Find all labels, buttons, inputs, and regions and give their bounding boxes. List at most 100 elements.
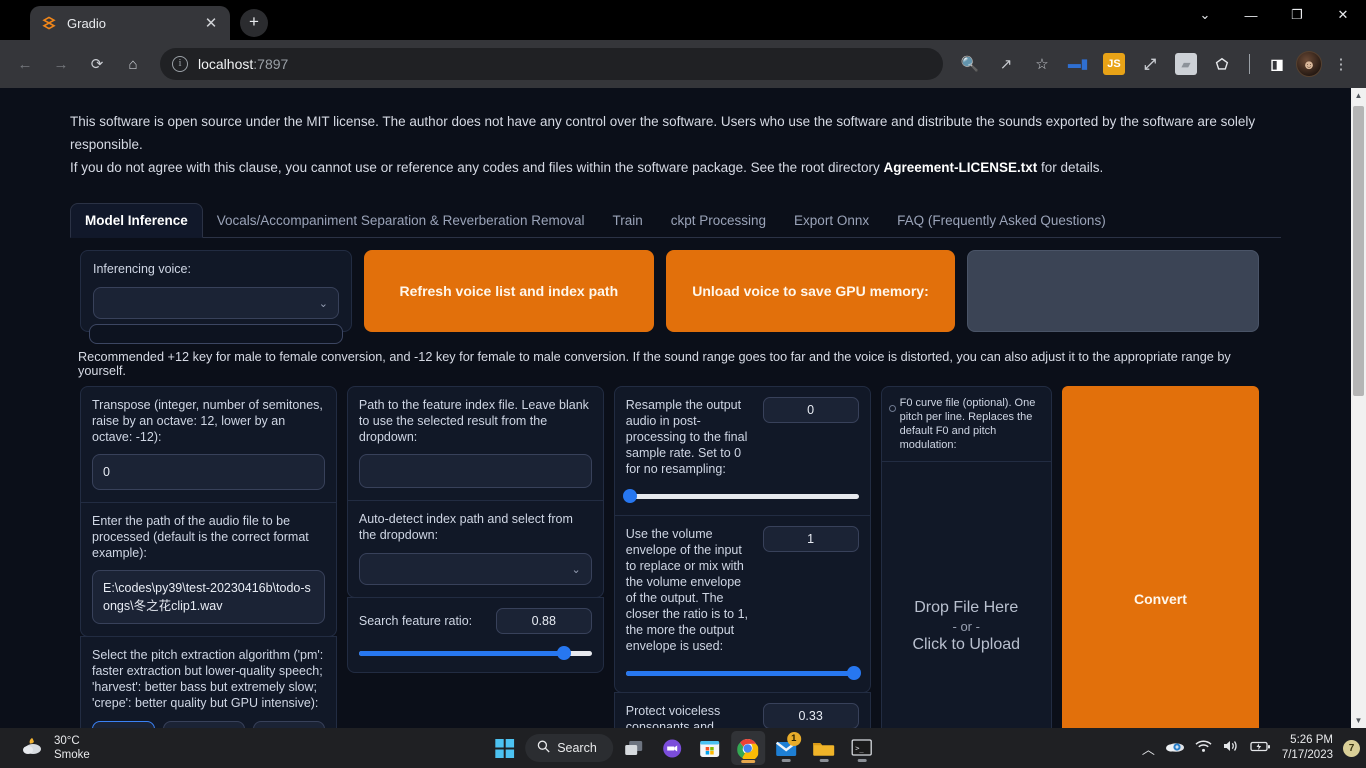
protect-value[interactable]: 0.33 — [762, 703, 859, 728]
home-icon[interactable]: ⌂ — [116, 47, 150, 81]
onedrive-icon[interactable] — [1165, 739, 1185, 758]
tab-export-onnx[interactable]: Export Onnx — [780, 204, 883, 237]
scroll-up-arrow-icon[interactable]: ▲ — [1351, 88, 1366, 103]
resample-slider[interactable] — [623, 489, 859, 503]
notification-badge[interactable]: 7 — [1343, 739, 1360, 757]
audio-path-label: Enter the path of the audio file to be p… — [92, 514, 309, 560]
close-icon[interactable]: ✕ — [1320, 0, 1366, 30]
license-notice: This software is open source under the M… — [0, 110, 1351, 179]
show-hidden-icons-icon[interactable]: ︿ — [1142, 739, 1155, 758]
google-chrome-icon[interactable] — [730, 731, 765, 765]
convert-button[interactable]: Convert — [1061, 386, 1260, 728]
chat-teams-icon[interactable] — [655, 731, 689, 765]
mail-icon[interactable]: 1 — [769, 731, 803, 765]
task-view-icon[interactable] — [617, 731, 651, 765]
slider-thumb[interactable] — [846, 666, 861, 680]
avatar[interactable]: ☻ — [1296, 51, 1322, 77]
gradio-app: This software is open source under the M… — [0, 88, 1351, 728]
microsoft-store-icon[interactable] — [693, 731, 727, 765]
auto-detect-index-select[interactable]: ⌄ — [358, 553, 592, 585]
transpose-recommendation: Recommended +12 key for male to female c… — [78, 350, 1231, 378]
chevron-down-icon[interactable]: ⌄ — [1182, 0, 1228, 30]
info-icon[interactable]: i — [172, 56, 188, 72]
close-icon[interactable]: ✕ — [202, 14, 220, 32]
search-icon — [537, 740, 550, 756]
share-icon[interactable]: ↗ — [989, 47, 1023, 81]
audio-path-input[interactable]: E:\codes\py39\test-20230416b\todo-songs\… — [92, 570, 325, 624]
transpose-input[interactable]: 0 — [92, 454, 325, 490]
auto-detect-index-label: Auto-detect index path and select from t… — [358, 512, 573, 542]
dropzone-upload-link[interactable]: Click to Upload — [912, 636, 1020, 654]
radio-harvest[interactable]: harvest — [162, 721, 245, 728]
audio-path-group: Enter the path of the audio file to be p… — [80, 502, 337, 637]
volume-envelope-slider[interactable] — [625, 666, 861, 680]
battery-charging-icon[interactable] — [1250, 739, 1272, 758]
protect-label: Protect voiceless consonants and breath … — [625, 704, 721, 728]
windows-taskbar: 30°C Smoke Search 1 >_ ︿ 5:26 PM 7/17/20… — [0, 728, 1366, 768]
resample-label: Resample the output audio in post-proces… — [625, 398, 748, 476]
address-bar[interactable]: i localhost:7897 — [160, 48, 943, 80]
inferencing-voice-secondary-field[interactable] — [89, 324, 343, 344]
inferencing-voice-select[interactable]: ⌄ — [93, 287, 339, 319]
volume-icon[interactable] — [1222, 739, 1240, 758]
feature-index-path-input[interactable] — [358, 454, 592, 488]
windows-start-icon[interactable] — [487, 731, 521, 765]
search-icon[interactable]: 🔍 — [953, 47, 987, 81]
refresh-voice-list-button[interactable]: Refresh voice list and index path — [364, 250, 654, 332]
clock-time: 5:26 PM — [1290, 734, 1333, 746]
weather-widget[interactable]: 30°C Smoke — [8, 734, 90, 762]
toolbar-divider — [1249, 54, 1250, 74]
taskbar-search[interactable]: Search — [525, 734, 613, 762]
forward-arrow-icon[interactable]: → — [44, 47, 78, 81]
omnibox-actions: 🔍 ↗ ☆ — [953, 47, 1059, 81]
search-feature-ratio-value[interactable]: 0.88 — [495, 608, 592, 634]
star-icon[interactable]: ☆ — [1025, 47, 1059, 81]
page-viewport: This software is open source under the M… — [0, 88, 1366, 728]
new-tab-button[interactable]: + — [240, 9, 268, 37]
feature-index-path-label: Path to the feature index file. Leave bl… — [358, 398, 589, 444]
javascript-extension-icon[interactable]: JS — [1103, 53, 1125, 75]
resample-value[interactable]: 0 — [762, 397, 859, 423]
empty-output-panel — [967, 250, 1260, 332]
license-file-name: Agreement-LICENSE.txt — [883, 160, 1038, 175]
back-arrow-icon[interactable]: ← — [8, 47, 42, 81]
tab-vocals-separation[interactable]: Vocals/Accompaniment Separation & Reverb… — [203, 204, 599, 237]
puzzle-extensions-icon[interactable]: ⬠ — [1211, 53, 1233, 75]
search-feature-ratio-slider[interactable] — [358, 646, 592, 660]
more-vertical-icon[interactable]: ⋮ — [1324, 47, 1358, 81]
transpose-group: Transpose (integer, number of semitones,… — [80, 386, 337, 503]
tab-ckpt-processing[interactable]: ckpt Processing — [657, 204, 780, 237]
radio-pm[interactable]: pm — [92, 721, 155, 728]
taskbar-clock[interactable]: 5:26 PM 7/17/2023 — [1282, 733, 1333, 763]
file-explorer-icon[interactable] — [807, 731, 841, 765]
tab-faq[interactable]: FAQ (Frequently Asked Questions) — [883, 204, 1120, 237]
minimize-icon[interactable]: — — [1228, 0, 1274, 30]
f0-curve-label: F0 curve file (optional). One pitch per … — [880, 386, 1052, 462]
wifi-icon[interactable] — [1195, 739, 1212, 758]
pitch-algorithm-radios: pm harvest crepe — [92, 721, 325, 728]
scrollbar-thumb[interactable] — [1353, 106, 1364, 396]
volume-envelope-value[interactable]: 1 — [762, 526, 859, 552]
f0-file-dropzone[interactable]: Drop File Here - or - Click to Upload — [880, 462, 1052, 728]
unload-voice-button[interactable]: Unload voice to save GPU memory: — [665, 250, 956, 332]
tab-model-inference[interactable]: Model Inference — [70, 203, 203, 238]
slider-thumb[interactable] — [623, 489, 638, 503]
taskbar-search-label: Search — [557, 741, 597, 755]
bar-chart-extension-icon[interactable]: ▬▮ — [1067, 53, 1089, 75]
weather-condition: Smoke — [54, 749, 90, 761]
url-port: :7897 — [253, 56, 289, 72]
fullscreen-extension-icon[interactable]: ⤢ — [1139, 53, 1161, 75]
terminal-icon[interactable]: >_ — [845, 731, 879, 765]
slider-thumb[interactable] — [556, 646, 571, 660]
split-view-icon[interactable]: ◨ — [1266, 53, 1288, 75]
page-scrollbar[interactable]: ▲ ▼ — [1351, 88, 1366, 728]
image-extension-icon[interactable]: ▰ — [1175, 53, 1197, 75]
radio-crepe[interactable]: crepe — [252, 721, 325, 728]
browser-tab[interactable]: Gradio ✕ — [30, 6, 230, 40]
reload-icon[interactable]: ⟳ — [80, 47, 114, 81]
tab-train[interactable]: Train — [598, 204, 656, 237]
weather-text: 30°C Smoke — [54, 734, 90, 762]
maximize-icon[interactable]: ❐ — [1274, 0, 1320, 30]
scroll-down-arrow-icon[interactable]: ▼ — [1351, 713, 1366, 728]
license-line-2: If you do not agree with this clause, yo… — [70, 156, 1281, 179]
